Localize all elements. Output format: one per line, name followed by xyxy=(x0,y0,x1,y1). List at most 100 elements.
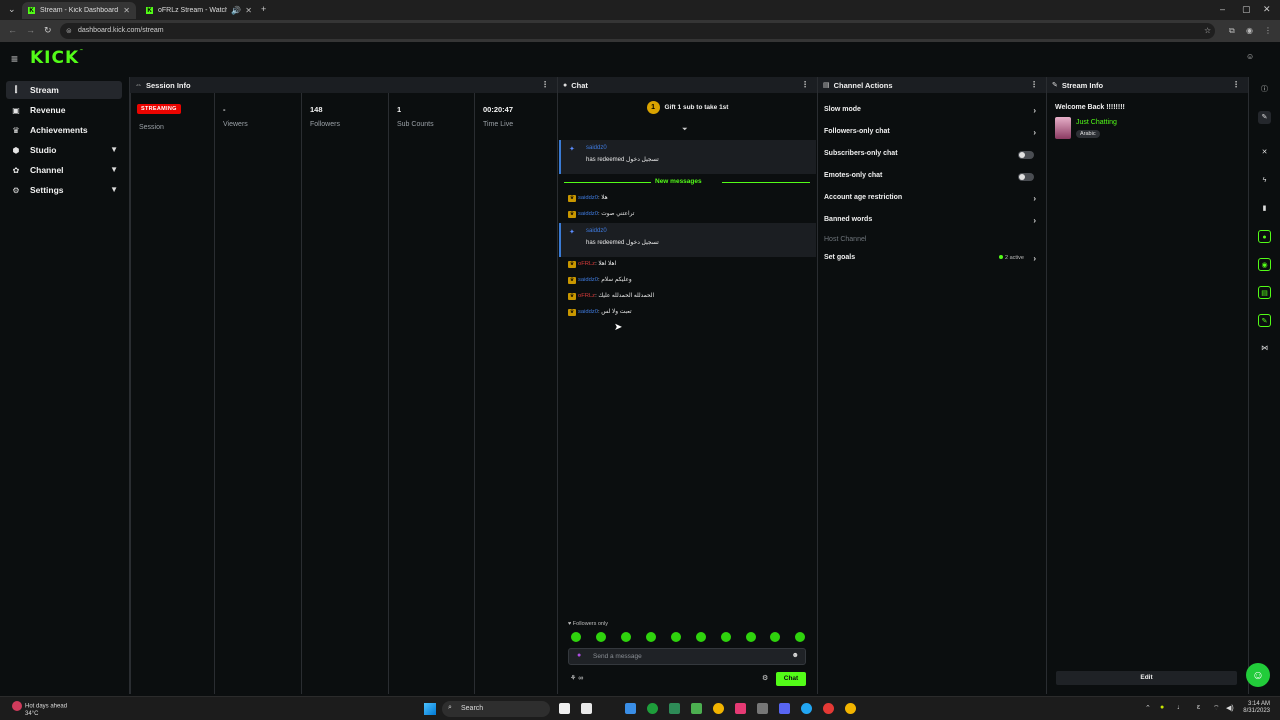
volume-icon[interactable]: ◀) xyxy=(1226,704,1234,712)
site-info-icon[interactable]: ⊜ xyxy=(66,27,72,35)
discord-app-icon[interactable] xyxy=(779,703,790,714)
xbox-app-icon[interactable] xyxy=(647,703,658,714)
notes-app-icon[interactable] xyxy=(581,703,592,714)
chat-settings-gear-icon[interactable]: ⚙ xyxy=(762,674,768,682)
sidebar-item-revenue[interactable]: ▣ Revenue xyxy=(6,101,122,119)
emote-icon[interactable] xyxy=(596,632,606,642)
subscribers-only-toggle[interactable] xyxy=(1018,151,1034,159)
chat-username[interactable]: oFRLz xyxy=(578,293,595,299)
minecraft-app-icon[interactable] xyxy=(691,703,702,714)
calendar-app-icon[interactable] xyxy=(559,703,570,714)
chat-username[interactable]: oFRLz xyxy=(578,261,595,267)
account-age-restriction-row[interactable]: Account age restriction › xyxy=(824,194,1036,205)
app-icon[interactable] xyxy=(757,703,768,714)
emoji-picker-icon[interactable]: ☻ xyxy=(792,652,799,659)
recorder-app-icon[interactable] xyxy=(823,703,834,714)
emote-icon[interactable] xyxy=(646,632,656,642)
collapse-pinned-icon[interactable]: ⏷ xyxy=(682,126,688,134)
broadcast-icon[interactable]: ◉ xyxy=(1258,258,1271,271)
game-app-icon[interactable] xyxy=(669,703,680,714)
chat-message[interactable]: ♛ saiddz0 : وعليكم سلام xyxy=(568,275,632,285)
new-tab-icon[interactable]: + xyxy=(261,4,266,14)
menu-icon[interactable]: ≡ xyxy=(11,52,18,66)
chat-message[interactable]: ♛ oFRLz : الحمدلله الحمدلله عليك xyxy=(568,291,654,301)
microphone-icon[interactable]: ● xyxy=(577,652,581,659)
more-options-icon[interactable]: ⋮ xyxy=(801,80,809,89)
chat-message[interactable]: ♛ saiddz0 : تراعتني صوت xyxy=(568,209,634,219)
kick-logo[interactable]: KICK™ xyxy=(30,48,84,68)
reload-icon[interactable]: ↻ xyxy=(44,25,52,36)
language-tray-icon[interactable]: ε xyxy=(1197,704,1200,711)
followers-only-chat-row[interactable]: Followers-only chat › xyxy=(824,128,1036,139)
banned-words-row[interactable]: Banned words › xyxy=(824,216,1036,227)
chat-message[interactable]: ♛ saiddz0 : هلا xyxy=(568,193,608,203)
close-window-icon[interactable]: ✕ xyxy=(1263,4,1271,15)
tiktok-app-icon[interactable] xyxy=(735,703,746,714)
queue-icon[interactable]: ▮ xyxy=(1258,202,1271,215)
tray-chevron-icon[interactable]: ⌃ xyxy=(1145,704,1151,712)
sidebar-item-channel[interactable]: ✿ Channel ▼ xyxy=(6,161,122,179)
chat-message-input[interactable]: ● Send a message ☻ xyxy=(568,648,806,665)
sidebar-item-studio[interactable]: ⬢ Studio ▼ xyxy=(6,141,122,159)
url-field[interactable]: ⊜ dashboard.kick.com/stream xyxy=(60,23,1215,39)
emote-icon[interactable] xyxy=(795,632,805,642)
chat-username[interactable]: saiddz0 xyxy=(578,309,598,315)
sidebar-item-stream[interactable]: ⫿ Stream xyxy=(6,81,122,99)
profile-icon[interactable]: ◉ xyxy=(1246,26,1253,35)
edge-app-icon[interactable] xyxy=(801,703,812,714)
emote-icon[interactable] xyxy=(696,632,706,642)
weather-widget[interactable]: Hot days ahead 34°C xyxy=(12,701,67,718)
tray-app-icon[interactable]: ● xyxy=(1160,704,1164,711)
chrome-app-icon[interactable] xyxy=(713,703,724,714)
slow-mode-row[interactable]: Slow mode › xyxy=(824,106,1036,117)
tab-kick-dashboard[interactable]: K Stream - Kick Dashboard ✕ xyxy=(22,2,136,19)
tab-search-icon[interactable]: ⌄ xyxy=(8,4,16,15)
emote-icon[interactable] xyxy=(770,632,780,642)
mod-tools-icon[interactable]: ✕ xyxy=(1258,146,1271,159)
forward-icon[interactable]: → xyxy=(26,25,35,35)
explorer-app-icon[interactable] xyxy=(625,703,636,714)
chat-tools-icon[interactable]: ⚘ ∞ xyxy=(570,674,583,682)
category-link[interactable]: Just Chatting xyxy=(1076,119,1117,126)
edit-stream-info-button[interactable]: Edit xyxy=(1056,671,1237,685)
wifi-icon[interactable]: ⌔ xyxy=(1213,704,1220,713)
more-options-icon[interactable]: ⋮ xyxy=(1030,80,1038,89)
chat-panel-icon[interactable]: ● xyxy=(1258,230,1271,243)
more-options-icon[interactable]: ⋮ xyxy=(1232,80,1240,89)
back-icon[interactable]: ← xyxy=(8,25,17,35)
bookmark-star-icon[interactable]: ☆ xyxy=(1204,26,1211,35)
more-options-icon[interactable]: ⋮ xyxy=(541,80,549,89)
emotes-only-toggle[interactable] xyxy=(1018,173,1034,181)
emote-icon[interactable] xyxy=(721,632,731,642)
taskbar-search[interactable]: ⌕ Search xyxy=(442,701,550,717)
info-icon[interactable]: ⓘ xyxy=(1258,83,1271,96)
tab-watch-live[interactable]: K oFRLz Stream - Watch Live 🔊 ✕ xyxy=(140,2,258,19)
chrome-profile-app-icon[interactable] xyxy=(845,703,856,714)
chat-send-button[interactable]: Chat xyxy=(776,672,806,686)
maximize-icon[interactable]: ▢ xyxy=(1242,4,1251,15)
set-goals-row[interactable]: Set goals 2 active › xyxy=(824,254,1036,265)
stream-info-icon[interactable]: ✎ xyxy=(1258,314,1271,327)
emote-icon[interactable] xyxy=(746,632,756,642)
help-chat-button[interactable]: ☺ xyxy=(1246,663,1270,687)
bolt-icon[interactable]: ϟ xyxy=(1258,174,1271,187)
emote-icon[interactable] xyxy=(571,632,581,642)
chat-message[interactable]: ♛ oFRLz : اهلا اهلا xyxy=(568,259,616,269)
channel-actions-icon[interactable]: ▤ xyxy=(1258,286,1271,299)
sidebar-item-settings[interactable]: ⚙ Settings ▼ xyxy=(6,181,122,199)
mic-tray-icon[interactable]: ♩ xyxy=(1177,704,1184,711)
close-tab-icon[interactable]: ✕ xyxy=(245,6,252,15)
pinned-message[interactable]: 1 Gift 1 sub to take 1st xyxy=(558,101,817,114)
share-icon[interactable]: ⋈ xyxy=(1258,342,1271,355)
taskbar-clock[interactable]: 3:14 AM 8/31/2023 xyxy=(1243,701,1270,715)
windows-start-icon[interactable] xyxy=(424,703,436,715)
redeem-username[interactable]: saiddz0 xyxy=(586,228,607,234)
user-avatar-icon[interactable]: ☺ xyxy=(1246,52,1258,66)
chat-username[interactable]: saiddz0 xyxy=(578,211,598,217)
chat-username[interactable]: saiddz0 xyxy=(578,277,598,283)
close-tab-icon[interactable]: ✕ xyxy=(123,6,130,15)
chat-username[interactable]: saiddz0 xyxy=(578,195,598,201)
minimize-icon[interactable]: – xyxy=(1220,4,1225,14)
edit-icon[interactable]: ✎ xyxy=(1258,111,1271,124)
browser-menu-icon[interactable]: ⋮ xyxy=(1264,26,1272,35)
